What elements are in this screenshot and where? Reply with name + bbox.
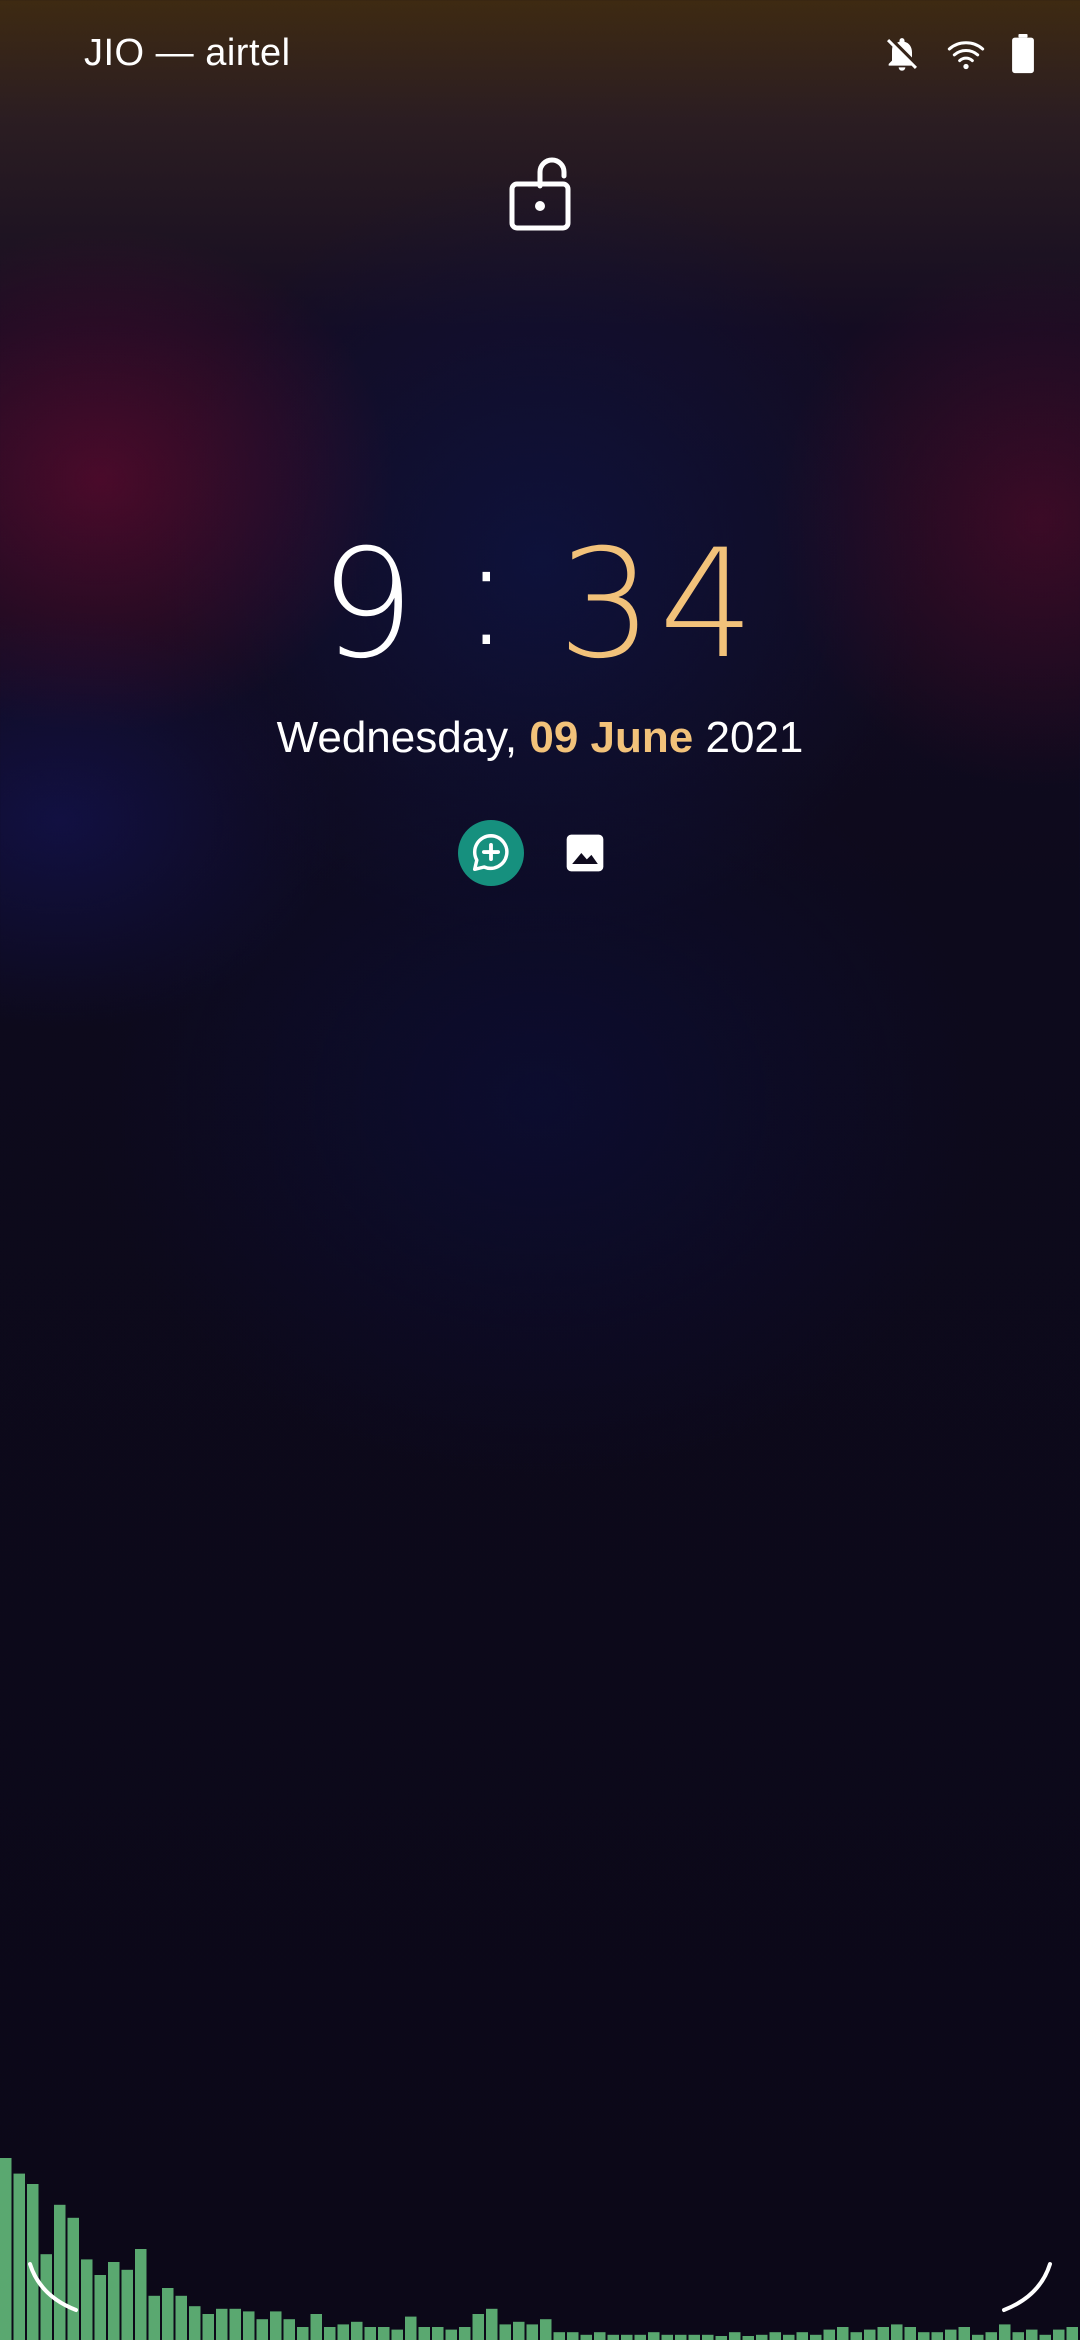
visualizer-bar — [405, 2316, 417, 2340]
visualizer-bar — [877, 2327, 889, 2340]
wifi-icon — [946, 34, 986, 74]
visualizer-bar — [513, 2321, 525, 2340]
visualizer-bar — [823, 2329, 835, 2340]
visualizer-bar — [931, 2332, 943, 2340]
audio-visualizer — [0, 2080, 1080, 2340]
visualizer-bar — [418, 2327, 430, 2340]
visualizer-bar — [1039, 2334, 1051, 2340]
visualizer-bar — [985, 2332, 997, 2340]
status-bar: JIO — airtel — [0, 0, 1080, 112]
battery-icon — [1010, 34, 1036, 74]
visualizer-bar — [891, 2324, 903, 2340]
visualizer-bar — [108, 2262, 120, 2340]
notifications-off-icon — [882, 34, 922, 74]
visualizer-bar — [1066, 2327, 1078, 2340]
visualizer-bar — [904, 2327, 916, 2340]
visualizer-bar — [729, 2332, 741, 2340]
visualizer-bar — [364, 2327, 376, 2340]
visualizer-bar — [378, 2327, 390, 2340]
visualizer-bar — [121, 2269, 133, 2340]
visualizer-bar — [567, 2332, 579, 2340]
visualizer-bar — [162, 2288, 174, 2340]
carrier-label: JIO — airtel — [84, 32, 291, 74]
visualizer-bar — [216, 2308, 228, 2340]
visualizer-bar — [661, 2334, 673, 2340]
visualizer-bar — [850, 2332, 862, 2340]
visualizer-bar — [999, 2324, 1011, 2340]
visualizer-bar — [634, 2334, 646, 2340]
visualizer-bar — [526, 2324, 538, 2340]
visualizer-bar — [94, 2275, 106, 2340]
visualizer-bar — [202, 2314, 214, 2340]
visualizer-bar — [607, 2334, 619, 2340]
visualizer-bar — [621, 2334, 633, 2340]
visualizer-bar — [756, 2334, 768, 2340]
visualizer-bar — [918, 2332, 930, 2340]
visualizer-bar — [472, 2314, 484, 2340]
visualizer-bar — [148, 2295, 160, 2340]
visualizer-bar — [742, 2336, 754, 2340]
visualizer-bar — [351, 2321, 363, 2340]
visualizer-bar — [0, 2158, 12, 2340]
visualizer-bar — [270, 2311, 282, 2340]
visualizer-bar — [553, 2332, 565, 2340]
visualizer-bar — [175, 2295, 187, 2340]
visualizer-bars — [0, 2158, 1078, 2340]
visualizer-bar — [783, 2334, 795, 2340]
visualizer-bar — [297, 2327, 309, 2340]
gallery-icon[interactable] — [552, 820, 618, 886]
clock-separator: : — [461, 506, 518, 680]
visualizer-bar — [958, 2327, 970, 2340]
status-icons — [882, 34, 1036, 74]
visualizer-bar — [432, 2327, 444, 2340]
visualizer-bar — [972, 2334, 984, 2340]
visualizer-bar — [837, 2327, 849, 2340]
visualizer-bar — [810, 2334, 822, 2340]
visualizer-bar — [337, 2324, 349, 2340]
visualizer-bar — [283, 2319, 295, 2340]
visualizer-bar — [648, 2332, 660, 2340]
visualizer-bar — [135, 2249, 147, 2340]
visualizer-bar — [675, 2334, 687, 2340]
visualizer-bar — [189, 2306, 201, 2340]
visualizer-bar — [1012, 2332, 1024, 2340]
lock-screen-date: Wednesday, 09 June 2021 — [0, 710, 1080, 766]
right-corner-arc-icon — [1002, 2262, 1052, 2312]
visualizer-bar — [310, 2314, 322, 2340]
visualizer-bar — [391, 2329, 403, 2340]
add-chat-icon[interactable] — [458, 820, 524, 886]
visualizer-bar — [486, 2308, 498, 2340]
visualizer-bar — [715, 2336, 727, 2340]
visualizer-bar — [243, 2311, 255, 2340]
visualizer-bar — [688, 2334, 700, 2340]
visualizer-bar — [540, 2319, 552, 2340]
visualizer-bar — [769, 2332, 781, 2340]
visualizer-bar — [580, 2334, 592, 2340]
visualizer-bar — [13, 2173, 25, 2340]
visualizer-bar — [594, 2332, 606, 2340]
visualizer-bar — [445, 2329, 457, 2340]
visualizer-bar — [945, 2329, 957, 2340]
visualizer-bar — [1053, 2329, 1065, 2340]
lock-screen-shortcuts — [458, 820, 618, 886]
clock-minutes: 34 — [557, 518, 761, 692]
left-corner-arc-icon — [28, 2262, 78, 2312]
lock-screen-clock: 9:34 — [0, 508, 1080, 692]
visualizer-bar — [324, 2327, 336, 2340]
date-weekday: Wednesday, — [276, 713, 518, 762]
visualizer-bar — [796, 2332, 808, 2340]
visualizer-bar — [256, 2319, 268, 2340]
unlocked-padlock-icon[interactable] — [508, 152, 574, 232]
visualizer-bar — [229, 2308, 241, 2340]
visualizer-bar — [702, 2334, 714, 2340]
visualizer-bar — [1026, 2329, 1038, 2340]
visualizer-bar — [459, 2327, 471, 2340]
date-year: 2021 — [705, 713, 804, 762]
visualizer-bar — [499, 2324, 511, 2340]
visualizer-bar — [864, 2329, 876, 2340]
date-day-month: 09 June — [529, 713, 694, 762]
clock-hours: 9 — [319, 518, 421, 692]
